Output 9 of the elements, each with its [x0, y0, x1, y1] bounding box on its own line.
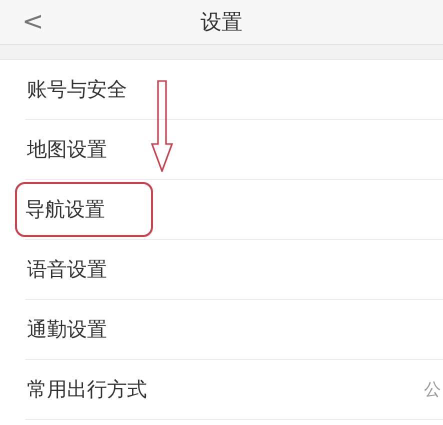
- settings-item[interactable]: 常用出行方式: [25, 372, 149, 407]
- settings-item[interactable]: 地图设置: [25, 132, 109, 167]
- settings-item[interactable]: 语音设置: [25, 252, 109, 287]
- page-title: 设置: [200, 9, 244, 36]
- back-button[interactable]: <: [0, 9, 60, 35]
- settings-item[interactable]: 通勤设置: [25, 312, 109, 347]
- setting-value: 公: [424, 379, 441, 401]
- settings-item[interactable]: 导航设置: [17, 184, 151, 235]
- settings-item[interactable]: 账号与安全: [25, 72, 129, 107]
